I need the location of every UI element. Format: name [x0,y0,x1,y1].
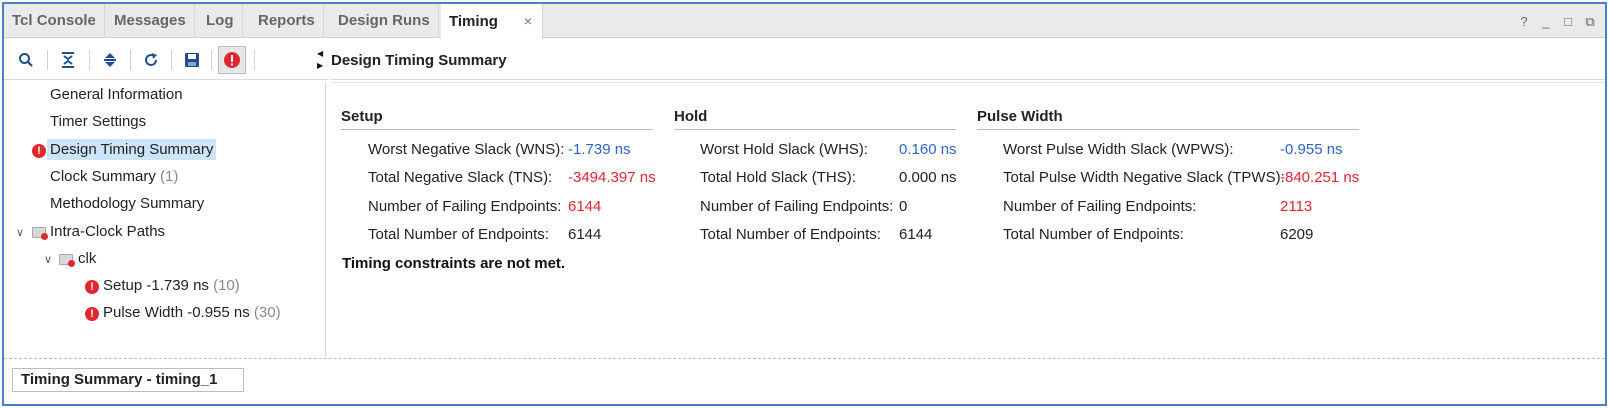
panel-title: Design Timing Summary [331,52,507,69]
hold-whs-value[interactable]: 0.160 ns [899,141,957,158]
setup-failing-value[interactable]: 6144 [568,198,601,215]
error-icon: ! [85,307,99,321]
setup-wns-value[interactable]: -1.739 ns [568,141,631,158]
hold-whs-label: Worst Hold Slack (WHS): [700,141,869,158]
tree-item-clk[interactable]: clk [78,246,96,272]
pulse-failing-label: Number of Failing Endpoints: [1003,198,1197,215]
pulse-tpws-value[interactable]: -840.251 ns [1280,169,1359,186]
timing-window: Tcl Console Messages Log Reports Design … [2,2,1607,406]
pulse-width-section: Pulse Width [977,108,1359,130]
tree-item-pulse-width-path[interactable]: Pulse Width -0.955 ns (30) [103,300,281,326]
tab-log[interactable]: Log [198,4,243,38]
setup-tns-value[interactable]: -3494.397 ns [568,169,656,186]
timing-status-message: Timing constraints are not met. [342,255,566,272]
hold-ths-value: 0.000 ns [899,169,957,186]
expand-all-icon[interactable] [96,46,124,74]
setup-total-label: Total Number of Endpoints: [368,226,549,243]
tab-timing-label: Timing [449,13,498,30]
hold-failing-label: Number of Failing Endpoints: [700,198,894,215]
tree-item-intra-clock-paths[interactable]: Intra-Clock Paths [50,219,165,245]
setup-total-value: 6144 [568,226,602,243]
report-tree: General Information Timer Settings ! Des… [4,82,326,357]
tab-design-runs[interactable]: Design Runs [330,4,439,38]
hold-failing-value: 0 [899,198,908,215]
tab-reports[interactable]: Reports [250,4,324,38]
pulse-total-value: 6209 [1280,226,1314,243]
search-icon[interactable] [12,46,40,74]
close-icon[interactable]: × [524,13,532,29]
setup-failing-label: Number of Failing Endpoints: [368,198,562,215]
pulse-wpws-label: Worst Pulse Width Slack (WPWS): [1003,141,1234,158]
hold-ths-label: Total Hold Slack (THS): [700,169,856,186]
hold-total-label: Total Number of Endpoints: [700,226,881,243]
setup-wns-label: Worst Negative Slack (WNS): [368,141,565,158]
splitter[interactable] [4,358,1605,360]
restore-icon[interactable]: □ [1561,14,1575,30]
setup-tns-label: Total Negative Slack (TNS): [368,169,553,186]
pulse-wpws-value[interactable]: -0.955 ns [1280,141,1343,158]
tree-item-general-information[interactable]: General Information [50,82,183,108]
pulse-total-label: Total Number of Endpoints: [1003,226,1184,243]
hold-section: Hold [674,108,956,130]
popout-icon[interactable]: ⧉ [1583,14,1597,30]
tab-timing-summary[interactable]: Timing Summary - timing_1 [12,368,244,392]
error-icon: ! [85,280,99,294]
chevron-down-icon[interactable]: ∨ [16,226,24,239]
setup-section: Setup [341,108,653,130]
collapse-all-icon[interactable] [54,46,82,74]
save-icon[interactable] [178,46,206,74]
error-icon: ! [32,144,46,158]
tab-bar: Tcl Console Messages Log Reports Design … [4,4,1605,39]
refresh-icon[interactable] [137,46,165,74]
folder-icon [32,227,48,240]
error-filter-icon[interactable] [218,46,246,74]
pulse-failing-value[interactable]: 2113 [1280,198,1312,215]
tab-timing[interactable]: Timing × [441,4,543,39]
window-controls: ? _ □ ⧉ [1517,14,1597,30]
hold-total-value: 6144 [899,226,933,243]
hold-title: Hold [674,108,956,130]
folder-icon [59,254,75,267]
tree-item-methodology-summary[interactable]: Methodology Summary [50,191,204,217]
tree-item-setup-path[interactable]: Setup -1.739 ns (10) [103,273,240,299]
panel-header: Design Timing Summary [331,42,1605,83]
tree-item-timer-settings[interactable]: Timer Settings [50,109,146,135]
toolbar [4,42,329,80]
help-icon[interactable]: ? [1517,14,1531,30]
tree-item-design-timing-summary[interactable]: Design Timing Summary [47,137,217,163]
tab-tcl-console[interactable]: Tcl Console [4,4,105,38]
setup-title: Setup [341,108,653,130]
minimize-icon[interactable]: _ [1539,14,1553,30]
chevron-down-icon[interactable]: ∨ [44,253,52,266]
splitter-arrows-icon[interactable]: ◀ ▶ [317,48,323,72]
pulse-width-title: Pulse Width [977,108,1359,130]
tree-item-clock-summary[interactable]: Clock Summary (1) [50,164,178,190]
tab-messages[interactable]: Messages [106,4,195,38]
pulse-tpws-label: Total Pulse Width Negative Slack (TPWS): [1003,169,1285,186]
